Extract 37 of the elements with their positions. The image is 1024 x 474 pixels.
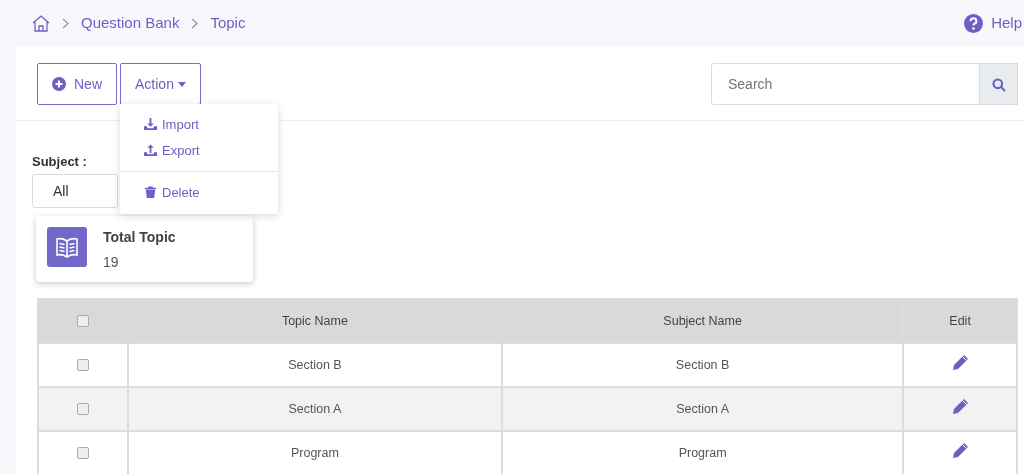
- menu-item[interactable]: Delete: [120, 180, 278, 206]
- search-button[interactable]: [980, 63, 1018, 105]
- home-icon[interactable]: [32, 15, 50, 32]
- action-button[interactable]: Action: [120, 63, 201, 105]
- plus-circle-icon: [52, 77, 66, 91]
- column-header: Subject Name: [502, 299, 904, 343]
- subject-select[interactable]: All: [32, 174, 118, 208]
- checkbox[interactable]: [76, 315, 89, 328]
- edit-icon[interactable]: [951, 353, 969, 371]
- edit-icon[interactable]: [951, 397, 969, 415]
- edit-icon[interactable]: [951, 441, 969, 459]
- subject-label: Subject :: [32, 153, 87, 171]
- search-field[interactable]: Search: [711, 63, 980, 105]
- help-link[interactable]: Help: [991, 12, 1022, 35]
- book-icon: [47, 227, 87, 267]
- menu-item[interactable]: Export: [120, 137, 278, 163]
- checkbox[interactable]: [76, 359, 89, 372]
- chevron-icon: [62, 18, 69, 29]
- checkbox[interactable]: [76, 447, 89, 460]
- column-header: Topic Name: [127, 299, 503, 343]
- column-header: Edit: [903, 299, 1017, 343]
- table-cell: Section A: [502, 387, 904, 431]
- help-icon[interactable]: [964, 14, 984, 33]
- delete-icon: [144, 186, 157, 200]
- chevron-icon: [191, 18, 199, 29]
- checkbox[interactable]: [76, 403, 89, 416]
- breadcrumb-link[interactable]: Question Bank: [81, 12, 180, 35]
- breadcrumb-link[interactable]: Topic: [210, 12, 246, 35]
- new-button[interactable]: New: [37, 63, 117, 105]
- import-icon: [144, 118, 157, 132]
- export-icon: [144, 143, 157, 157]
- search-icon: [991, 77, 1006, 92]
- stat-value: 19: [103, 253, 120, 272]
- menu-item[interactable]: Import: [120, 112, 278, 138]
- stat-title: Total Topic: [103, 228, 176, 247]
- table-cell: Section A: [127, 387, 503, 431]
- caret-icon: [177, 81, 186, 87]
